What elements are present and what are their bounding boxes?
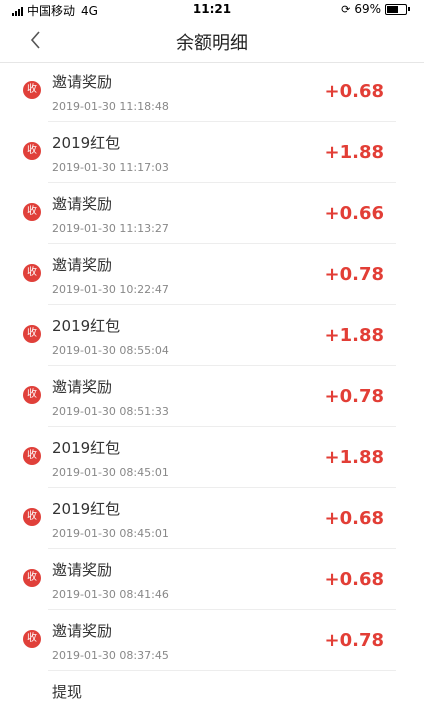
transaction-time: 2019-01-30 08:37:45 [52,649,169,662]
income-badge-icon: 收 [23,203,41,221]
transaction-amount: +0.68 [324,508,385,529]
transaction-amount: +1.88 [324,142,385,163]
status-right: ⟳ 69% [341,2,410,16]
transaction-row[interactable]: 收邀请奖励 2019-01-30 10:22:47 +0.78 [0,244,424,305]
income-badge-icon: 收 [23,630,41,648]
transaction-title: 2019红包 [52,134,121,152]
transaction-title: 邀请奖励 [52,378,113,396]
transaction-time: 2019-01-30 08:51:33 [52,405,169,418]
transaction-time: 2019-01-30 08:45:01 [52,466,169,479]
transaction-time: 2019-01-30 11:17:03 [52,161,169,174]
transaction-list: 收邀请奖励 2019-01-30 11:18:48 +0.68 收 2019红包 2019… [0,61,424,671]
transaction-row[interactable]: 收邀请奖励 2019-01-30 08:51:33 +0.78 [0,366,424,427]
battery-tip [408,7,410,11]
transaction-amount: +0.78 [324,630,385,651]
transaction-title: 邀请奖励 [52,195,113,213]
battery-fill [387,5,398,13]
transaction-title: 2019红包 [52,439,121,457]
orientation-lock-icon: ⟳ [341,2,351,16]
status-bar: 中国移动 4G 11:21 ⟳ 69% [0,0,424,20]
transaction-row[interactable]: 收邀请奖励 2019-01-30 08:41:46 +0.68 [0,549,424,610]
transaction-amount: +0.68 [324,569,385,590]
transaction-amount: +1.88 [324,325,385,346]
transaction-row[interactable]: 收 2019红包 2019-01-30 08:45:01 +0.68 [0,488,424,549]
transaction-time: 2019-01-30 08:45:01 [52,527,169,540]
transaction-row[interactable]: 收 2019红包 2019-01-30 11:17:03 +1.88 [0,122,424,183]
transaction-amount: +0.78 [324,264,385,285]
page-title: 余额明细 [176,33,248,54]
income-badge-icon: 收 [23,325,41,343]
transaction-row[interactable]: 收邀请奖励 2019-01-30 11:13:27 +0.66 [0,183,424,244]
transaction-time: 2019-01-30 11:18:48 [52,100,169,113]
income-badge-icon: 收 [23,264,41,282]
income-badge-icon: 收 [23,447,41,465]
nav-bar: 余额明细 [0,20,424,63]
transaction-row[interactable]: 收 2019红包 2019-01-30 08:45:01 +1.88 [0,427,424,488]
transaction-title: 2019红包 [52,500,121,518]
battery-icon [385,3,407,15]
income-badge-icon: 收 [23,81,41,99]
transaction-amount: +1.88 [324,447,385,468]
transaction-amount: +0.66 [324,203,385,224]
transaction-row[interactable]: 收邀请奖励 2019-01-30 08:37:45 +0.78 [0,610,424,671]
transaction-title: 邀请奖励 [52,622,113,640]
transaction-title: 邀请奖励 [52,561,113,579]
transaction-amount: +0.68 [324,81,385,102]
transaction-row[interactable]: 收 2019红包 2019-01-30 08:55:04 +1.88 [0,305,424,366]
transaction-row[interactable]: 收邀请奖励 2019-01-30 11:18:48 +0.68 [0,61,424,122]
income-badge-icon: 收 [23,142,41,160]
income-badge-icon: 收 [23,508,41,526]
transaction-time: 2019-01-30 10:22:47 [52,283,169,296]
income-badge-icon: 收 [23,386,41,404]
transaction-title: 2019红包 [52,317,121,335]
transaction-title: 邀请奖励 [52,256,113,274]
transaction-title: 邀请奖励 [52,73,113,91]
transaction-time: 2019-01-30 08:55:04 [52,344,169,357]
battery-percent: 69% [354,2,381,16]
income-badge-icon: 收 [23,569,41,587]
transaction-time: 2019-01-30 08:41:46 [52,588,169,601]
transaction-amount: +0.78 [324,386,385,407]
transaction-time: 2019-01-30 11:13:27 [52,222,169,235]
